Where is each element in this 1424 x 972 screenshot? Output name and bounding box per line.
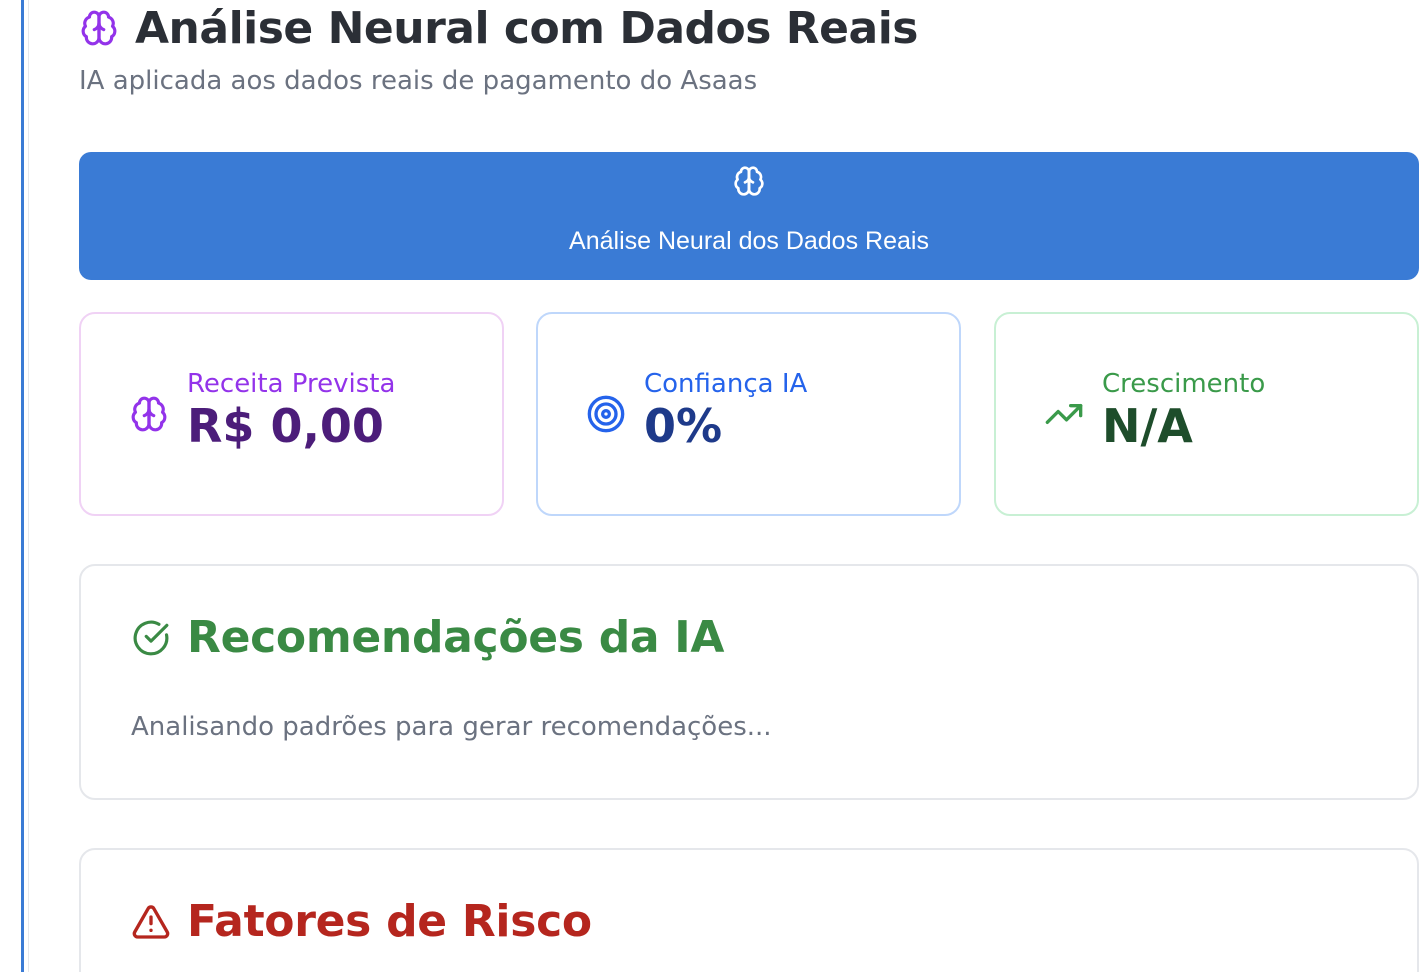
stat-value: R$ 0,00 xyxy=(187,399,384,453)
risks-title: Fatores de Risco xyxy=(187,896,592,947)
check-circle-icon xyxy=(131,618,171,658)
stat-card-revenue: Receita Prevista R$ 0,00 xyxy=(79,312,504,516)
target-icon xyxy=(586,394,626,434)
page-header: Análise Neural com Dados Reais IA aplica… xyxy=(79,0,918,97)
alert-triangle-icon xyxy=(131,902,171,942)
stat-text: Crescimento N/A xyxy=(1102,369,1265,453)
brain-icon xyxy=(79,8,119,48)
recommendations-panel: Recomendações da IA Analisando padrões p… xyxy=(79,564,1419,800)
recommendations-status: Analisando padrões para gerar recomendaç… xyxy=(131,712,772,742)
page-subtitle: IA aplicada aos dados reais de pagamento… xyxy=(79,66,758,96)
stat-value: 0% xyxy=(644,399,723,453)
left-rail xyxy=(0,0,29,972)
stat-label: Confiança IA xyxy=(644,369,808,399)
neural-analysis-button-label: Análise Neural dos Dados Reais xyxy=(569,227,929,255)
brain-icon xyxy=(129,394,169,434)
recommendations-title: Recomendações da IA xyxy=(187,612,725,663)
risks-panel: Fatores de Risco xyxy=(79,848,1419,972)
stat-text: Receita Prevista R$ 0,00 xyxy=(187,369,395,453)
stat-label: Receita Prevista xyxy=(187,369,396,399)
risks-header: Fatores de Risco xyxy=(131,896,592,947)
title-row: Análise Neural com Dados Reais xyxy=(79,0,918,56)
stat-card-confidence: Confiança IA 0% xyxy=(536,312,961,516)
neural-analysis-button[interactable]: Análise Neural dos Dados Reais xyxy=(79,152,1419,280)
trending-up-icon xyxy=(1044,394,1084,434)
brain-icon xyxy=(732,165,766,199)
stat-card-growth: Crescimento N/A xyxy=(994,312,1419,516)
page-title: Análise Neural com Dados Reais xyxy=(135,2,918,54)
page: Análise Neural com Dados Reais IA aplica… xyxy=(0,0,1424,972)
stat-text: Confiança IA 0% xyxy=(644,369,807,453)
stat-value: N/A xyxy=(1102,399,1193,453)
recommendations-header: Recomendações da IA xyxy=(131,612,724,663)
stat-label: Crescimento xyxy=(1102,369,1266,399)
